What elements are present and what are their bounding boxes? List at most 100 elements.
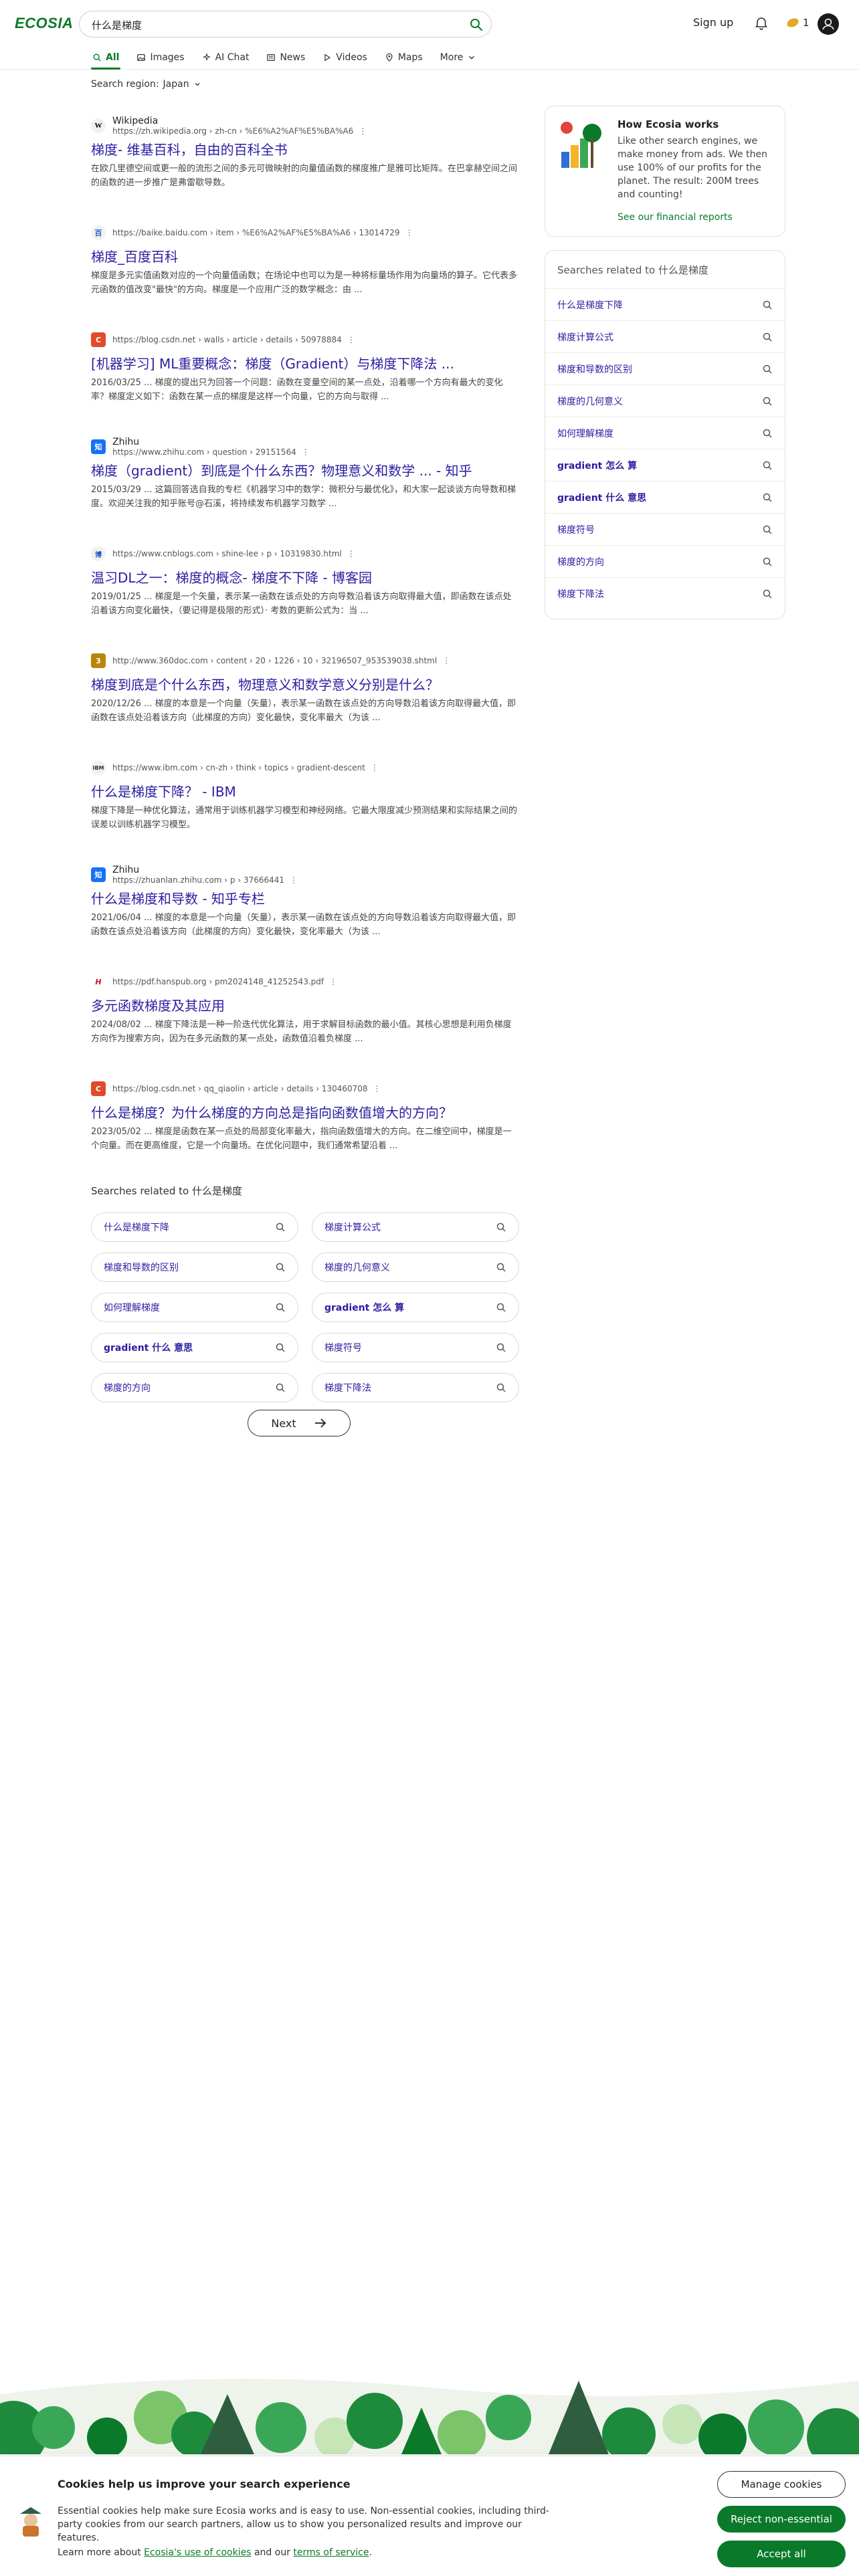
search-icon <box>276 1383 285 1392</box>
cookie-more: Learn more about Ecosia's use of cookies… <box>58 2547 372 2558</box>
result-source[interactable]: 博 https://www.cnblogs.com › shine-lee › … <box>91 542 519 566</box>
cookie-policy-link[interactable]: Ecosia's use of cookies <box>144 2547 251 2558</box>
search-icon[interactable] <box>468 17 484 33</box>
related-search-chip[interactable]: 梯度计算公式 <box>312 1212 519 1242</box>
related-search-chip[interactable]: 如何理解梯度 <box>91 1293 298 1322</box>
manage-cookies-button[interactable]: Manage cookies <box>717 2471 846 2498</box>
search-result: 知 Zhihu https://www.zhihu.com › question … <box>91 435 519 511</box>
search-icon <box>496 1343 506 1352</box>
site-favicon: IBM <box>91 760 106 775</box>
seed-icon <box>787 18 799 27</box>
avatar[interactable] <box>818 13 839 35</box>
result-snippet: 在欧几里德空间或更一般的流形之间的多元可微映射的向量值函数的梯度推广是雅可比矩阵… <box>91 164 518 188</box>
site-favicon: C <box>91 332 106 347</box>
tab-images[interactable]: Images <box>135 45 185 70</box>
results-list: W Wikipedia https://zh.wikipedia.org › zh… <box>91 114 519 1402</box>
result-title[interactable]: 温习DL之一：梯度的概念- 梯度不下降 - 博客园 <box>91 568 519 587</box>
result-source[interactable]: 百 https://baike.baidu.com › item › %E6%A… <box>91 221 519 245</box>
related-search-chip[interactable]: 梯度的方向 <box>91 1373 298 1402</box>
result-title[interactable]: 什么是梯度？为什么梯度的方向总是指向函数值增大的方向？ <box>91 1103 519 1122</box>
result-url: https://www.zhihu.com › question › 29151… <box>112 447 310 457</box>
result-snippet: 2024/08/02 ... 梯度下降法是一种一阶迭代优化算法，用于求解目标函数… <box>91 1020 512 1044</box>
sidebar-related-item[interactable]: 梯度符号 <box>545 513 785 545</box>
sidebar-related-item[interactable]: 梯度和导数的区别 <box>545 352 785 385</box>
result-source[interactable]: H https://pdf.hanspub.org › pm2024148_41… <box>91 970 519 994</box>
tab-videos[interactable]: Videos <box>321 45 369 70</box>
result-title[interactable]: 梯度（gradient）到底是个什么东西？物理意义和数学 ... - 知乎 <box>91 461 519 480</box>
user-icon <box>822 18 834 30</box>
cookie-title: Cookies help us improve your search expe… <box>58 2478 351 2490</box>
sidebar-related-item[interactable]: 如何理解梯度 <box>545 417 785 449</box>
search-box[interactable] <box>79 11 492 37</box>
tab-more[interactable]: More <box>439 45 478 70</box>
result-url: https://www.cnblogs.com › shine-lee › p … <box>112 549 355 558</box>
search-icon <box>276 1222 285 1232</box>
search-region[interactable]: Search region: Japan <box>91 79 201 90</box>
result-title[interactable]: 多元函数梯度及其应用 <box>91 996 519 1015</box>
result-title[interactable]: 什么是梯度和导数 - 知乎专栏 <box>91 889 519 908</box>
related-search-chip[interactable]: gradient 怎么 算 <box>312 1293 519 1322</box>
sign-up-link[interactable]: Sign up <box>693 16 733 29</box>
site-name: Wikipedia <box>112 116 159 126</box>
result-title[interactable]: 什么是梯度下降？ - IBM <box>91 782 519 801</box>
result-title[interactable]: 梯度- 维基百科，自由的百科全书 <box>91 140 519 159</box>
search-result: 知 Zhihu https://zhuanlan.zhihu.com › p › … <box>91 863 519 939</box>
reject-non-essential-button[interactable]: Reject non-essential <box>717 2506 846 2533</box>
result-source[interactable]: 知 Zhihu https://zhuanlan.zhihu.com › p › … <box>91 863 519 887</box>
search-icon <box>276 1343 285 1352</box>
sidebar-related-list: 什么是梯度下降 梯度计算公式 梯度和导数的区别 梯度的几何意义 如何理解梯度 g… <box>545 288 785 609</box>
result-url: https://baike.baidu.com › item › %E6%A2%… <box>112 228 413 237</box>
tab-maps[interactable]: Maps <box>383 45 424 70</box>
tab-news[interactable]: News <box>265 45 306 70</box>
related-search-chip[interactable]: 梯度下降法 <box>312 1373 519 1402</box>
related-search-chip[interactable]: gradient 什么 意思 <box>91 1333 298 1362</box>
related-search-chip[interactable]: 梯度的几何意义 <box>312 1253 519 1282</box>
result-source[interactable]: 知 Zhihu https://www.zhihu.com › question … <box>91 435 519 459</box>
site-favicon: 3 <box>91 653 106 668</box>
related-search-chip[interactable]: 什么是梯度下降 <box>91 1212 298 1242</box>
accept-all-button[interactable]: Accept all <box>717 2541 846 2567</box>
result-title[interactable]: 梯度到底是个什么东西，物理意义和数学意义分别是什么？ <box>91 675 519 694</box>
terms-link[interactable]: terms of service <box>293 2547 369 2558</box>
search-icon <box>496 1222 506 1232</box>
next-page-button[interactable]: Next <box>248 1410 351 1436</box>
related-search-chip[interactable]: 梯度和导数的区别 <box>91 1253 298 1282</box>
search-icon <box>763 461 772 470</box>
site-name: Zhihu <box>112 865 140 875</box>
tab-all[interactable]: All <box>91 45 121 70</box>
sidebar-related-item[interactable]: 什么是梯度下降 <box>545 288 785 320</box>
search-result: 百 https://baike.baidu.com › item › %E6%A… <box>91 221 519 297</box>
result-title[interactable]: 梯度_百度百科 <box>91 247 519 266</box>
site-name: Zhihu <box>112 437 140 447</box>
how-ecosia-works-card: How Ecosia works Like other search engin… <box>545 106 785 237</box>
sidebar-related-item[interactable]: 梯度下降法 <box>545 577 785 609</box>
tab-ai-chat[interactable]: AI Chat <box>201 45 251 70</box>
search-result: H https://pdf.hanspub.org › pm2024148_41… <box>91 970 519 1046</box>
region-value: Japan <box>163 79 189 90</box>
search-icon <box>496 1383 506 1392</box>
tree-illustration-icon <box>561 122 601 168</box>
result-source[interactable]: W Wikipedia https://zh.wikipedia.org › zh… <box>91 114 519 138</box>
sidebar-related-item[interactable]: gradient 什么 意思 <box>545 481 785 513</box>
search-result: 3 http://www.360doc.com › content › 20 ›… <box>91 649 519 725</box>
search-icon <box>496 1263 506 1272</box>
bell-icon[interactable] <box>753 15 769 31</box>
how-title: How Ecosia works <box>617 118 719 130</box>
related-search-chip[interactable]: 梯度符号 <box>312 1333 519 1362</box>
search-input[interactable] <box>92 17 453 33</box>
cookie-banner: Cookies help us improve your search expe… <box>0 2456 859 2576</box>
result-source[interactable]: 3 http://www.360doc.com › content › 20 ›… <box>91 649 519 673</box>
financial-reports-link[interactable]: See our financial reports <box>617 212 733 223</box>
result-source[interactable]: C https://blog.csdn.net › qq_qiaolin › a… <box>91 1077 519 1101</box>
sidebar-related-title: Searches related to 什么是梯度 <box>557 264 708 276</box>
sidebar-related-item[interactable]: 梯度的方向 <box>545 545 785 577</box>
sidebar-related-item[interactable]: 梯度计算公式 <box>545 320 785 352</box>
result-source[interactable]: C https://blog.csdn.net › walls › articl… <box>91 328 519 352</box>
sidebar-related-item[interactable]: gradient 怎么 算 <box>545 449 785 481</box>
result-source[interactable]: IBM https://www.ibm.com › cn-zh › think … <box>91 756 519 780</box>
ecosia-logo[interactable]: ECOSIA <box>15 15 73 32</box>
result-title[interactable]: [机器学习] ML重要概念：梯度（Gradient）与梯度下降法 ... <box>91 354 519 373</box>
sidebar-related-item[interactable]: 梯度的几何意义 <box>545 385 785 417</box>
seed-counter[interactable]: 1 <box>785 15 809 31</box>
search-icon <box>763 300 772 310</box>
